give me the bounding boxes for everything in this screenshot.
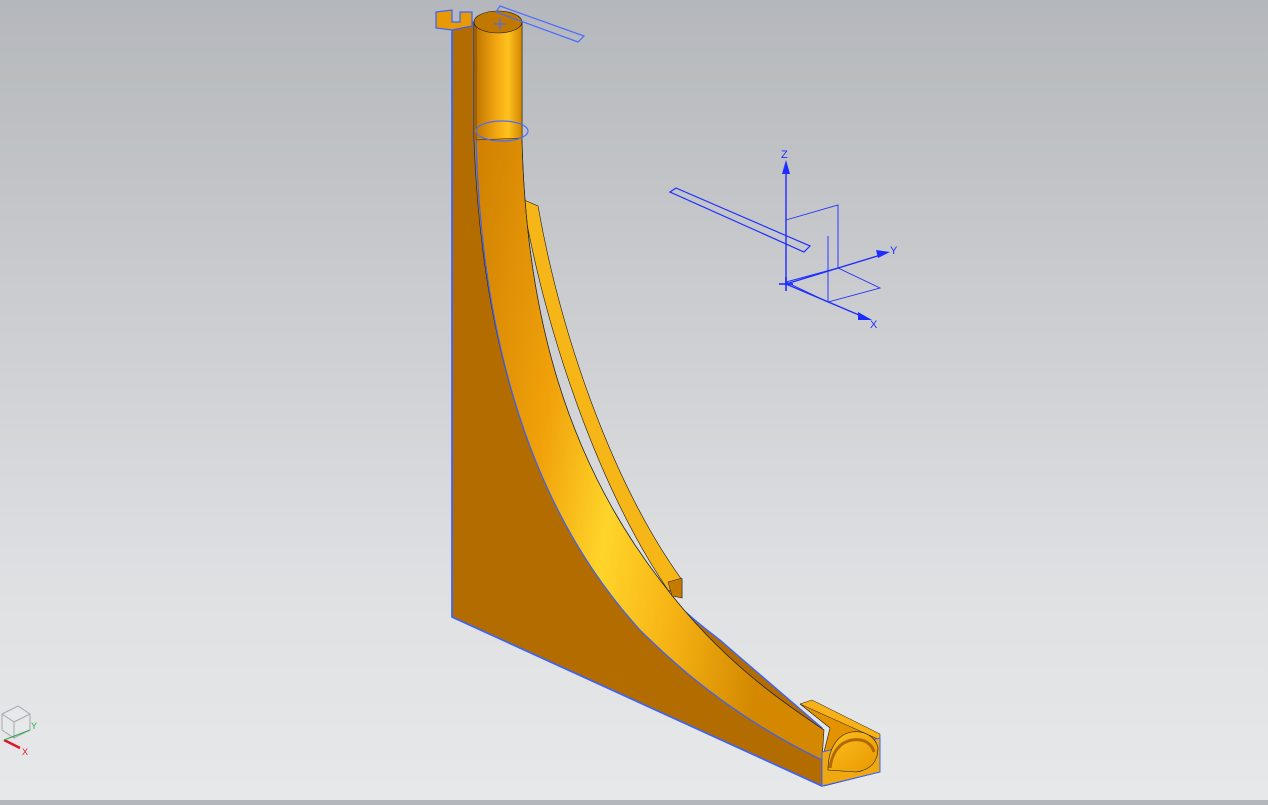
datum-z-label: Z xyxy=(781,149,788,161)
chute-bracket-model[interactable] xyxy=(435,9,881,788)
tube-top-opening[interactable] xyxy=(473,10,523,34)
datum-x-label: X xyxy=(870,319,878,331)
datum-y-label: Y xyxy=(890,245,898,257)
datum-plane-bar[interactable] xyxy=(668,187,812,253)
z-axis-arrow xyxy=(782,160,790,174)
graphics-window[interactable]: Z Y X X Y xyxy=(0,0,1268,800)
y-axis-arrow xyxy=(876,250,890,258)
triad-x-axis xyxy=(3,738,21,750)
triad-cube xyxy=(1,705,31,739)
x-axis xyxy=(785,283,867,319)
datum-plane-xy xyxy=(784,267,882,303)
datum-csys[interactable] xyxy=(668,160,890,320)
y-axis xyxy=(785,253,885,285)
triad-x-label: X xyxy=(22,747,28,757)
triad-y-label: Y xyxy=(31,721,37,731)
view-triad[interactable] xyxy=(1,705,31,750)
top-mounting-tab[interactable] xyxy=(435,9,473,31)
